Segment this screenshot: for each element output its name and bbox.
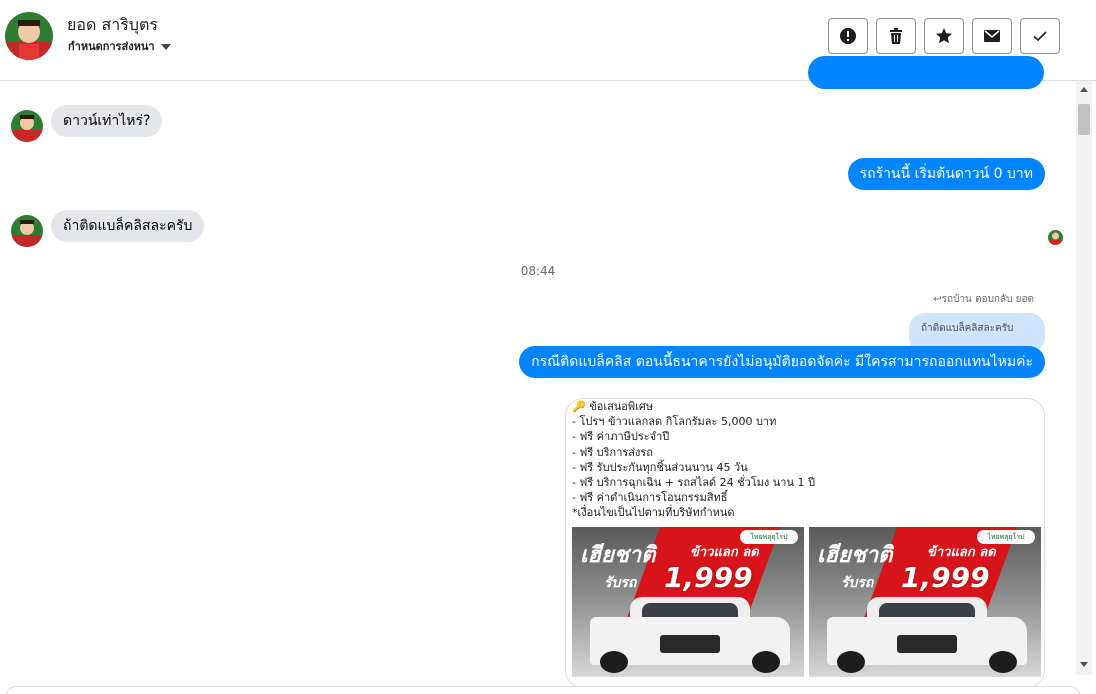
trash-icon xyxy=(890,28,902,44)
promo-tagline: ข้าวแลก ลด xyxy=(927,545,996,560)
sender-avatar xyxy=(11,110,43,142)
caret-down-icon xyxy=(160,44,171,50)
pickup-truck-image xyxy=(827,595,1027,673)
scrollbar-thumb[interactable] xyxy=(1078,104,1090,135)
promo-image-2[interactable]: ไทยพลุยุโรป เฮียชาติ ข้าวแลก ลด รับรถ 1,… xyxy=(809,527,1041,677)
scroll-up-arrow-icon[interactable] xyxy=(1080,87,1088,92)
contact-avatar[interactable] xyxy=(5,12,53,60)
header-actions xyxy=(828,18,1060,54)
seen-avatar xyxy=(1048,230,1063,245)
chat-window: ยอด สาริบุตร กำหนดการส่งหนา ดาวน์เท่าไหร… xyxy=(0,0,1096,694)
messages-scrollbar[interactable] xyxy=(1076,81,1092,675)
promo-price-label: รับรถ xyxy=(604,575,637,591)
done-button[interactable] xyxy=(1020,18,1060,54)
pickup-truck-image xyxy=(590,595,790,673)
label-dropdown[interactable]: กำหนดการส่งหนา xyxy=(68,37,171,55)
report-button[interactable] xyxy=(828,18,868,54)
outgoing-message[interactable]: รถร้านนี้ เริ่มต้นดาวน์ 0 บาท xyxy=(847,158,1045,190)
mark-unread-button[interactable] xyxy=(972,18,1012,54)
promo-tagline: ข้าวแลก ลด xyxy=(690,545,759,560)
promo-line: *เงื่อนไขเป็นไปตามที่บริษัทกำหนด xyxy=(572,506,735,520)
envelope-icon xyxy=(984,30,1000,42)
promo-line: 🔑 ข้อเสนอพิเศษ xyxy=(572,400,654,413)
promo-message-card[interactable]: 🔑 ข้อเสนอพิเศษ - โปรฯ ข้าวแลกลด กิโลกรัม… xyxy=(565,398,1045,688)
promo-price-label: รับรถ xyxy=(841,575,874,591)
incoming-message[interactable]: ถ้าติดแบล็คลิสละครับ xyxy=(51,210,205,242)
promo-line: - ฟรี ค่าภาษีประจำปี xyxy=(572,430,670,444)
promo-line: - ฟรี บริการส่งรถ xyxy=(572,445,653,459)
promo-text: 🔑 ข้อเสนอพิเศษ - โปรฯ ข้าวแลกลด กิโลกรัม… xyxy=(572,399,815,521)
promo-headline: เฮียชาติ xyxy=(817,543,893,568)
label-dropdown-text: กำหนดการส่งหนา xyxy=(68,40,155,53)
star-button[interactable] xyxy=(924,18,964,54)
scroll-down-arrow-icon[interactable] xyxy=(1080,662,1088,667)
outgoing-message[interactable]: กรณีติดแบล็คลิส ตอนนี้ธนาคารยังไม่อนุมัต… xyxy=(519,346,1045,378)
incoming-message[interactable]: ดาวน์เท่าไหร่? xyxy=(51,105,163,137)
contact-name: ยอด สาริบุตร xyxy=(67,15,158,34)
promo-line: - ฟรี บริการฉุกเฉิน + รถสไลด์ 24 ชั่วโมง… xyxy=(572,476,815,490)
promo-line: - ฟรี ค่าดำเนินการโอนกรรมสิทธิ์ xyxy=(572,491,728,505)
outgoing-message-partial[interactable] xyxy=(808,56,1044,89)
reply-arrow-icon: ↩ xyxy=(933,294,942,305)
exclamation-icon xyxy=(840,28,856,44)
timestamp-divider: 08:44 xyxy=(520,264,556,278)
reply-note-text: รถบ้าน ตอบกลับ ยอด xyxy=(941,294,1034,305)
message-composer[interactable] xyxy=(6,686,1080,694)
star-icon xyxy=(936,28,952,44)
promo-line: - โปรฯ ข้าวแลกลด กิโลกรัมละ 5,000 บาท xyxy=(572,415,777,429)
promo-image-1[interactable]: ไทยพลุยุโรป เฮียชาติ ข้าวแลก ลด รับรถ 1,… xyxy=(572,527,804,677)
delete-button[interactable] xyxy=(876,18,916,54)
reply-note: ↩รถบ้าน ตอบกลับ ยอด xyxy=(933,292,1034,307)
promo-price: 1,999 xyxy=(664,561,753,594)
check-icon xyxy=(1033,31,1047,42)
promo-headline: เฮียชาติ xyxy=(580,543,656,568)
promo-line: - ฟรี รับประกันทุกชิ้นส่วนนาน 45 วัน xyxy=(572,460,748,474)
promo-price: 1,999 xyxy=(901,561,990,594)
sender-avatar xyxy=(11,215,43,247)
